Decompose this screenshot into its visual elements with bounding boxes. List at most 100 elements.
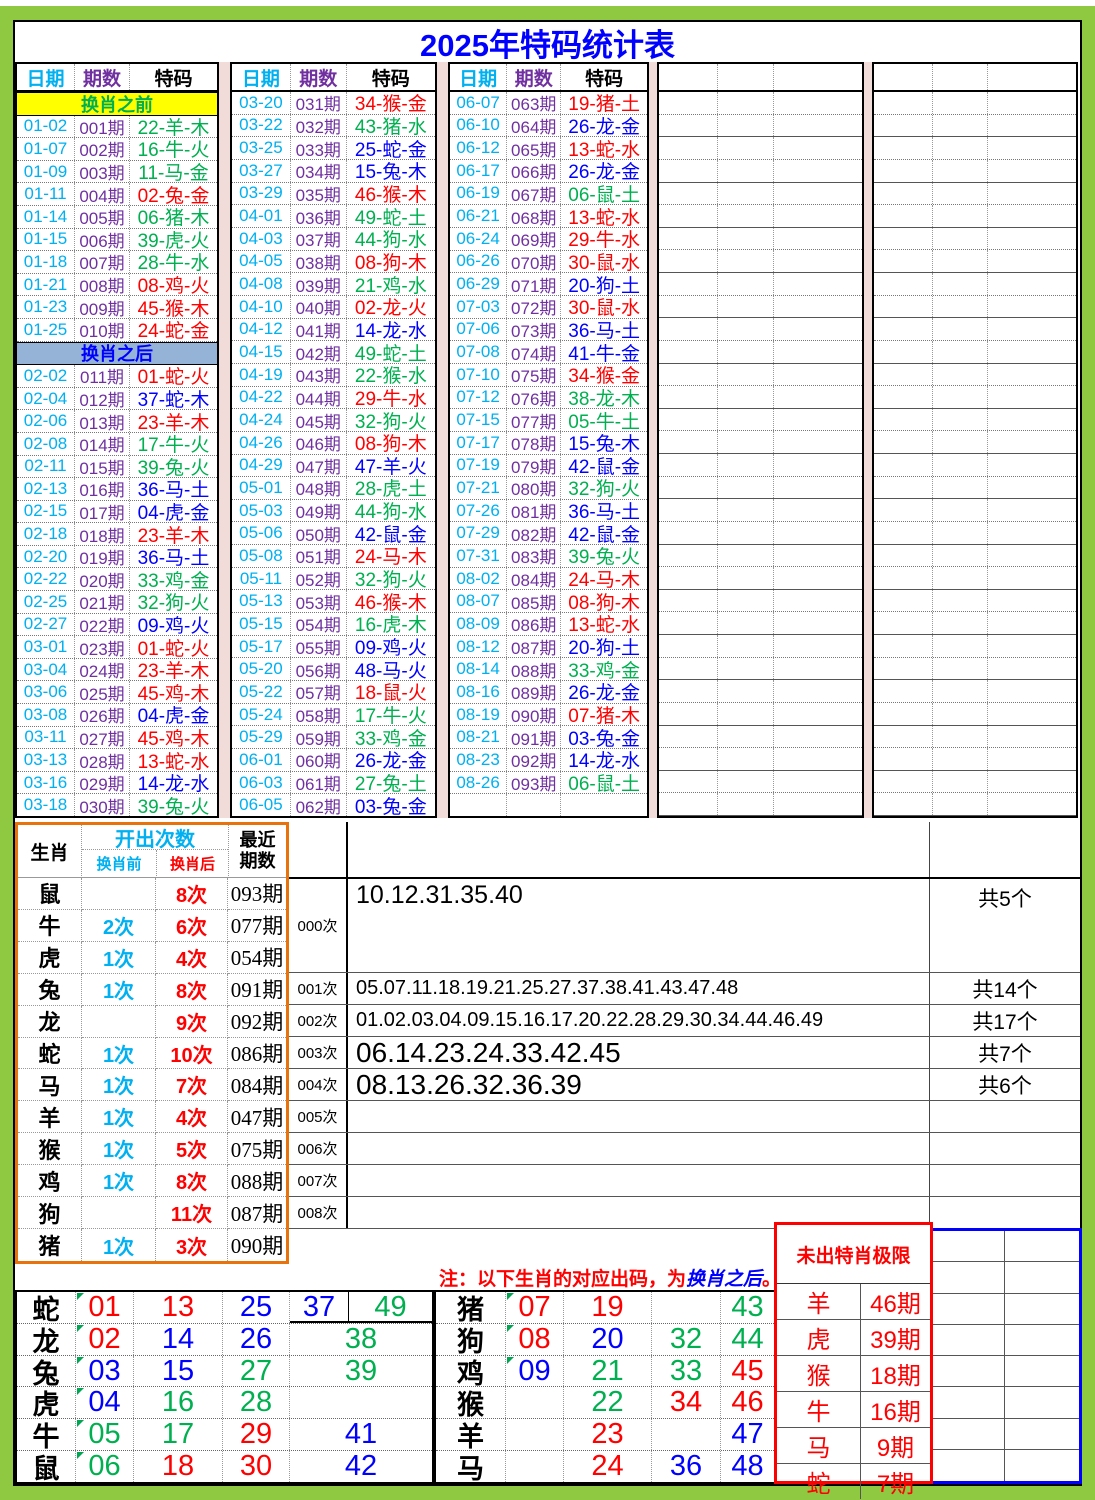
date-cell [874,567,932,589]
result-row: 03-25033期25-蛇-金 [232,137,435,160]
number-cell: 43 [720,1292,774,1323]
period-cell: 072期 [506,296,560,318]
blue-grid-cell [928,1419,1004,1450]
recent-period-cell: 092期 [228,1006,286,1038]
zodiac-cell: 猴 [436,1387,505,1418]
result-row [874,499,1076,522]
result-row: 07-15077期05-牛-土 [450,409,647,432]
special-code-cell: 08-狗-木 [346,251,435,273]
result-row [659,567,862,590]
special-code-cell: 36-马-土 [560,319,647,341]
result-row: 04-15042期49-蛇-土 [232,341,435,364]
special-code-cell: 38-龙-木 [560,387,647,409]
date-cell: 03-22 [232,115,290,137]
result-row: 02-22020期33-鸡-金 [17,568,217,591]
limit-row: 蛇7期 [777,1464,930,1499]
special-code-cell [987,793,1076,815]
special-code-cell: 14-龙-水 [129,772,217,794]
result-row: 05-22057期18-鼠-火 [232,681,435,704]
period-cell: 025期 [74,681,129,703]
period-cell: 014期 [74,433,129,455]
header-period-cell: 期数 [506,64,560,90]
result-row: 06-07063期19-猪-土 [450,92,647,115]
date-cell: 03-08 [17,704,74,726]
result-row [874,590,1076,613]
special-code-cell [773,296,862,318]
zodiac-map-row: 虎041628 [17,1387,432,1419]
special-code-cell [987,454,1076,476]
number-cell: 45 [720,1356,774,1387]
result-row: 06-29071期20-狗-土 [450,273,647,296]
date-cell: 05-13 [232,590,290,612]
special-code-cell [987,137,1076,159]
blue-grid-cell [928,1294,1004,1325]
number-cell: 49 [348,1292,432,1323]
date-cell: 06-17 [450,160,506,182]
result-row: 05-13053期46-猴-木 [232,590,435,613]
period-cell: 089期 [506,681,560,703]
result-row: 03-08026期04-虎-金 [17,704,217,727]
period-cell: 062期 [290,794,346,816]
special-code-cell [773,567,862,589]
period-cell: 071期 [506,273,560,295]
special-code-cell: 24-马-木 [346,545,435,567]
period-cell: 018期 [74,523,129,545]
period-cell: 017期 [74,501,129,523]
total-cell: 共17个 [929,1005,1080,1036]
number-cell: 14 [133,1324,222,1355]
number-cell: 36 [651,1451,720,1482]
period-cell [932,771,988,793]
date-cell [874,115,932,137]
special-code-cell: 17-牛-火 [129,433,217,455]
special-code-cell: 30-鼠-水 [560,251,647,273]
special-code-cell: 09-鸡-火 [346,636,435,658]
after-count-cell: 7次 [156,1069,228,1101]
number-cell: 24 [563,1451,651,1482]
zodiac-cell: 鼠 [18,878,82,910]
date-cell: 07-12 [450,387,506,409]
count-label-cell: 006次 [289,1133,348,1164]
result-row: 08-09086期13-蛇-水 [450,613,647,636]
after-count-cell: 8次 [156,1165,228,1197]
special-code-cell [987,183,1076,205]
date-cell [874,545,932,567]
period-cell: 074期 [506,341,560,363]
date-cell: 04-03 [232,228,290,250]
date-cell: 05-08 [232,545,290,567]
period-cell [717,341,773,363]
special-code-cell: 06-鼠-土 [560,772,647,794]
result-row [659,793,862,816]
limit-zodiac-cell: 羊 [777,1284,861,1319]
date-cell [659,590,717,612]
period-cell [932,318,988,340]
result-row: 05-08051期24-马-木 [232,545,435,568]
date-cell [659,748,717,770]
count-label-cell: 000次 [289,879,348,972]
date-cell [874,431,932,453]
date-cell: 04-15 [232,341,290,363]
special-code-cell [773,454,862,476]
result-row [659,726,862,749]
count-label-cell: 003次 [289,1037,348,1068]
period-cell: 050期 [290,522,346,544]
period-cell: 037期 [290,228,346,250]
date-cell [659,567,717,589]
result-row: 07-26081期36-马-土 [450,500,647,523]
zodiac-cell: 鸡 [18,1165,82,1197]
period-cell: 022期 [74,614,129,636]
date-cell [659,477,717,499]
limit-period-cell: 16期 [861,1392,930,1427]
date-cell [874,273,932,295]
period-cell: 034期 [290,160,346,182]
result-row [874,793,1076,816]
bottom-tables: 蛇0113253749龙02142638兔03152739虎041628牛051… [15,1290,776,1484]
period-cell: 011期 [74,365,129,387]
counts-header-spacer [289,822,1080,877]
special-code-cell: 46-猴-木 [346,183,435,205]
special-code-cell: 04-虎-金 [129,501,217,523]
special-code-cell: 02-兔-金 [129,183,217,205]
main-table-group: 日期期数特码06-07063期19-猪-土06-10064期26-龙-金06-1… [448,62,649,818]
special-code-cell [987,296,1076,318]
recent-period-cell: 093期 [228,878,286,910]
result-row: 01-14005期06-猪-木 [17,206,217,229]
